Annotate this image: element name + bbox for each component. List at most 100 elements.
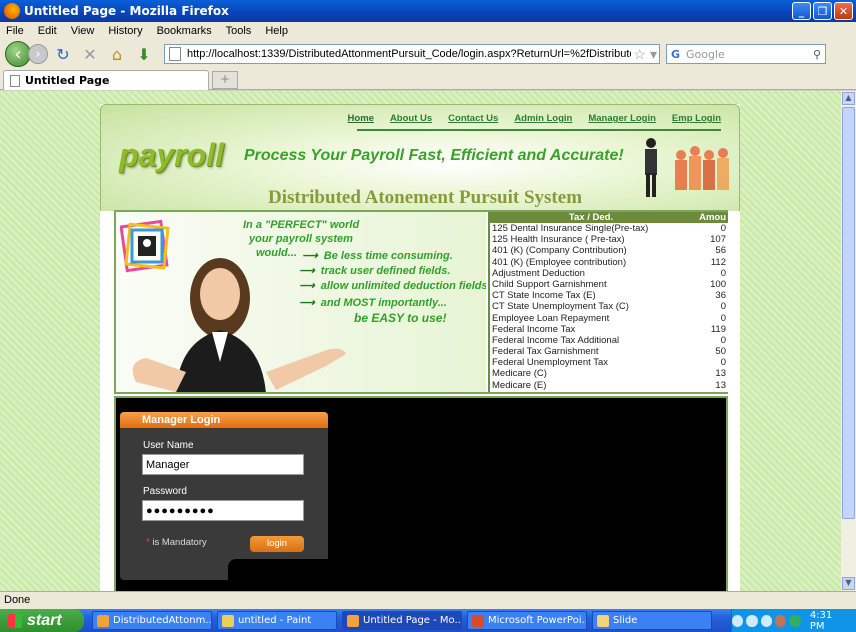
deduction-name: Federal Tax Garnishment [492, 346, 599, 358]
search-input[interactable]: G Google ⚲ [666, 44, 826, 64]
login-section: Manager Login User Name Password * is Ma… [114, 396, 728, 591]
task-powerpoint[interactable]: Microsoft PowerPoi... [467, 611, 587, 630]
deduction-row: 125 Dental Insurance Single(Pre-tax) 0 [490, 223, 728, 234]
reload-icon[interactable]: ↻ [51, 42, 75, 66]
arrow-icon: ⟶ [302, 250, 318, 262]
task-label: DistributedAttonm... [113, 615, 212, 626]
promo-line-3: would... [256, 247, 297, 259]
nav-admin-login[interactable]: Admin Login [514, 113, 572, 124]
deduction-name: 125 Dental Insurance Single(Pre-tax) [492, 223, 649, 234]
vertical-scrollbar[interactable]: ▲ ▼ [841, 91, 856, 591]
businessman-silhouette [645, 138, 657, 197]
forward-icon[interactable]: › [28, 44, 48, 64]
nav-contact-us[interactable]: Contact Us [448, 113, 498, 124]
deduction-amount: 0 [720, 301, 726, 313]
folder-icon [597, 614, 609, 627]
task-slide[interactable]: Slide [592, 611, 712, 630]
payroll-page: Home About Us Contact Us Admin Login Man… [100, 104, 740, 591]
navigation-toolbar: ‹ › ↻ ✕ ⌂ ⬇ http://localhost:1339/Distri… [0, 40, 856, 68]
promo-bullet-4-text: and MOST importantly... [320, 297, 447, 309]
windows-flag-icon [8, 613, 22, 628]
menu-history[interactable]: History [108, 25, 142, 37]
download-icon[interactable]: ⬇ [132, 42, 156, 66]
deduction-row: Federal Unemployment Tax 0 [490, 357, 728, 368]
deductions-rows: 125 Dental Insurance Single(Pre-tax) 0 125… [490, 223, 728, 391]
nav-about-us[interactable]: About Us [390, 113, 432, 124]
deduction-name: Adjustment Deduction [492, 267, 585, 279]
people-silhouettes-image [645, 138, 729, 197]
paint-icon [222, 614, 234, 627]
site-header: Home About Us Contact Us Admin Login Man… [100, 104, 740, 211]
google-icon: G [671, 47, 681, 61]
menu-bookmarks[interactable]: Bookmarks [157, 25, 212, 37]
task-distributed[interactable]: DistributedAttonm... [92, 611, 212, 630]
address-bar[interactable]: http://localhost:1339/DistributedAttonme… [164, 44, 660, 64]
windows-taskbar: start DistributedAttonm... untitled - Pa… [0, 609, 856, 632]
deduction-row: 125 Health Insurance ( Pre-tax) 107 [490, 234, 728, 245]
minimize-button[interactable]: _ [792, 2, 811, 20]
new-tab-button[interactable]: + [212, 71, 238, 89]
promo-bullet-4: ⟶ and MOST importantly... [299, 296, 447, 309]
menu-file[interactable]: File [6, 25, 24, 37]
deduction-amount: 112 [710, 256, 726, 268]
scroll-up-icon[interactable]: ▲ [842, 92, 855, 105]
menu-view[interactable]: View [71, 25, 95, 37]
deduction-row: Federal Income Tax Additional 0 [490, 335, 728, 346]
nav-emp-login[interactable]: Emp Login [672, 113, 721, 124]
clock: 4:31 PM [809, 609, 833, 632]
tray-icon[interactable] [775, 614, 787, 627]
menu-tools[interactable]: Tools [226, 25, 252, 37]
password-field[interactable] [142, 500, 304, 521]
deduction-row: 401 (K) (Employee contribution) 112 [490, 257, 728, 268]
tray-icon[interactable] [732, 614, 744, 627]
magnifier-icon[interactable]: ⚲ [813, 48, 821, 61]
tab-untitled-page[interactable]: Untitled Page [3, 70, 209, 90]
nav-underline [357, 129, 721, 131]
payroll-logo: payroll [119, 137, 224, 173]
start-button[interactable]: start [0, 609, 84, 632]
start-label: start [27, 611, 62, 629]
system-tray: 4:31 PM [731, 609, 856, 632]
crowd-silhouettes [675, 146, 729, 190]
tray-icon[interactable] [746, 614, 758, 627]
tray-icon[interactable] [760, 614, 773, 627]
deduction-name: Employee Loan Repayment [492, 312, 610, 324]
tab-bar: Untitled Page + [0, 68, 856, 90]
menu-bar: File Edit View History Bookmarks Tools H… [0, 22, 856, 40]
status-bar: Done [0, 591, 856, 609]
nav-home[interactable]: Home [348, 113, 374, 124]
username-field[interactable] [142, 454, 304, 475]
deductions-table: Tax / Ded. Amou 125 Dental Insurance Sin… [488, 212, 728, 392]
deduction-name: 401 (K) (Employee contribution) [492, 256, 627, 268]
task-label: untitled - Paint [238, 615, 312, 626]
tray-icon[interactable] [789, 614, 801, 627]
promo-line-8: be EASY to use! [354, 311, 447, 325]
home-icon[interactable]: ⌂ [105, 42, 129, 66]
nav-manager-login[interactable]: Manager Login [588, 113, 656, 124]
firefox-icon [347, 614, 359, 627]
bookmark-star-icon[interactable]: ☆ [633, 46, 646, 63]
task-label: Slide [613, 615, 638, 626]
deduction-row: Federal Tax Garnishment 50 [490, 346, 728, 357]
scroll-thumb[interactable] [842, 107, 855, 519]
promo-line-1: In a "PERFECT" world [243, 219, 360, 231]
username-label: User Name [143, 440, 194, 451]
scroll-down-icon[interactable]: ▼ [842, 577, 855, 590]
dropdown-arrow-icon[interactable]: ▾ [650, 46, 657, 63]
task-firefox[interactable]: Untitled Page - Mo... [342, 611, 462, 630]
menu-edit[interactable]: Edit [38, 25, 57, 37]
col-amount: Amou [699, 212, 726, 223]
task-paint[interactable]: untitled - Paint [217, 611, 337, 630]
tab-title: Untitled Page [25, 74, 110, 87]
close-button[interactable]: ✕ [834, 2, 853, 20]
stop-icon[interactable]: ✕ [78, 42, 102, 66]
page-icon [169, 47, 181, 61]
menu-help[interactable]: Help [265, 25, 288, 37]
deduction-amount: 0 [720, 357, 726, 369]
promo-line-2: your payroll system [249, 233, 353, 245]
login-button[interactable]: login [250, 536, 304, 552]
deduction-amount: 0 [720, 312, 726, 324]
promo-bullet-3-text: allow unlimited deduction fields. [320, 280, 486, 292]
maximize-button[interactable]: ❐ [813, 2, 832, 20]
manager-login-panel: Manager Login User Name Password * is Ma… [120, 412, 328, 580]
